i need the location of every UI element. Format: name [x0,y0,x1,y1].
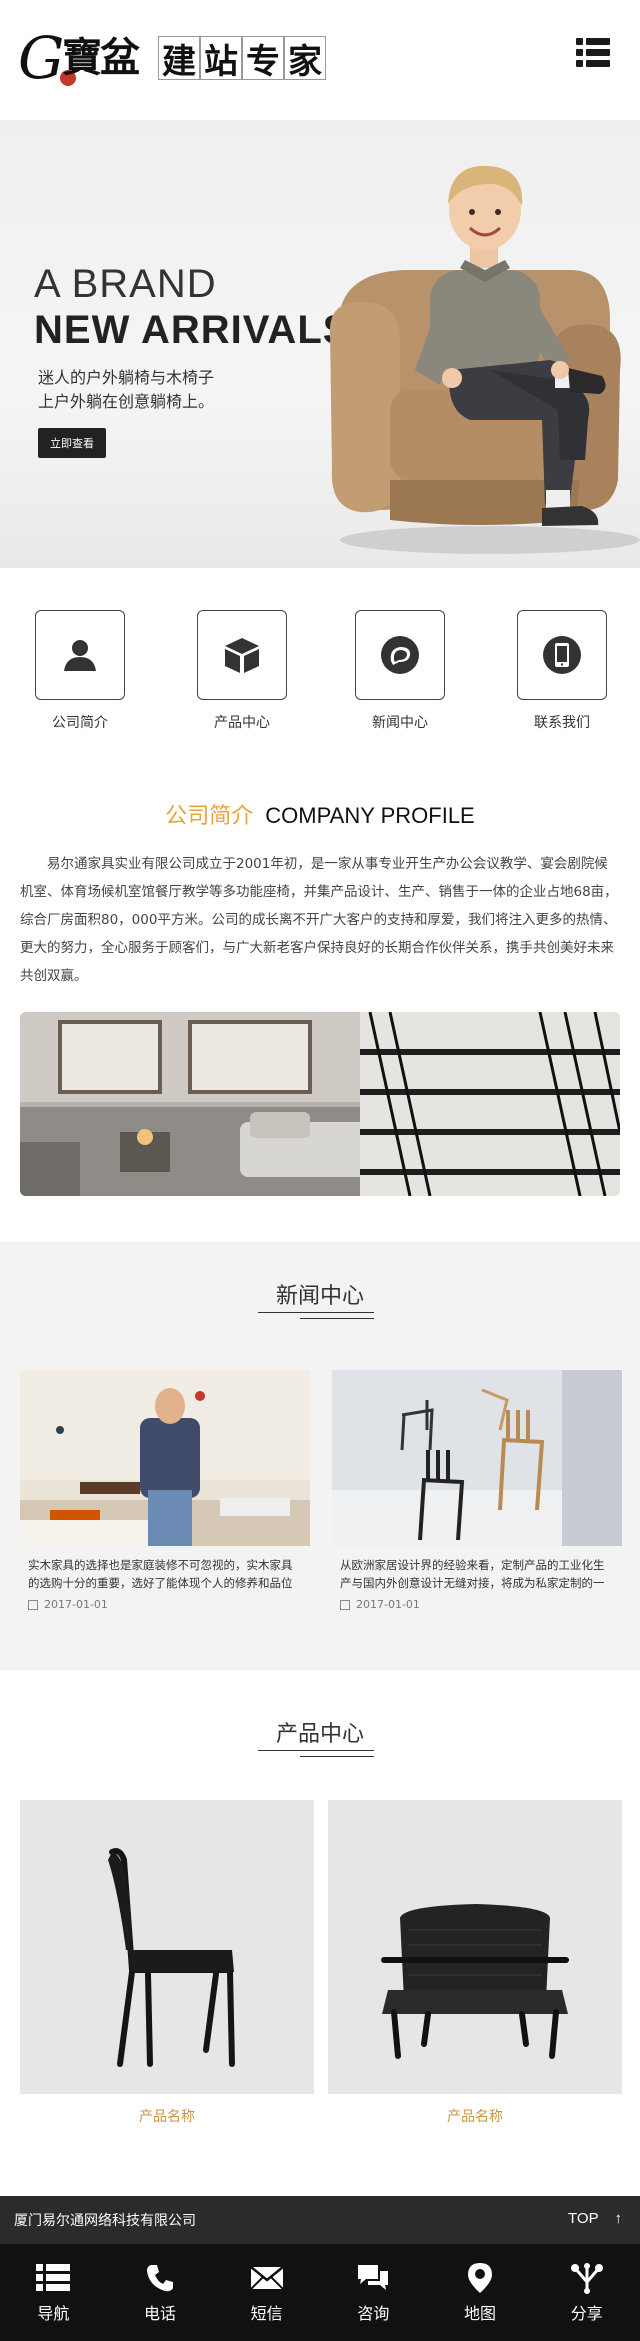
products-title: 产品中心 [275,1722,364,1747]
calendar-icon [28,1599,38,1610]
phone-icon [543,636,581,674]
arrow-up-icon: ↑ [614,2210,623,2227]
products-title-underline [258,1750,374,1751]
logo-text: 建 站 专 家 [158,36,326,82]
mail-icon [249,2266,284,2290]
product-card[interactable]: 产品名称 [20,1800,314,2126]
bottom-nav-label: 导航 [37,2304,70,2323]
logo-char: 专 [242,36,284,82]
nav-contact[interactable]: 联系我们 [516,610,608,732]
map-pin-icon [468,2263,493,2293]
company-name: 厦门易尔通网络科技有限公司 [14,2213,196,2229]
news-text: 实木家具的选择也是家庭装修不可忽视的，实木家具的选购十分的重要，选好了能体现个人… [28,1558,293,1590]
news-card[interactable]: 从欧洲家居设计界的经验来看，定制产品的工业化生产与国内外创意设计无缝对接，将成为… [332,1370,622,1611]
banner-subtitle-1: 迷人的户外躺椅与木椅子 [38,368,215,387]
news-card[interactable]: 实木家具的选择也是家庭装修不可忽视的，实木家具的选购十分的重要，选好了能体现个人… [20,1370,310,1611]
profile-title-cn: 公司简介 [165,804,254,829]
logo-char: 家 [284,36,326,82]
phone-icon [147,2265,173,2292]
back-to-top-button[interactable]: TOP ↑ [568,2210,622,2227]
banner-image [330,165,640,554]
news-text: 从欧洲家居设计界的经验来看，定制产品的工业化生产与国内外创意设计无缝对接，将成为… [340,1558,605,1590]
menu-list-icon[interactable] [576,38,610,68]
box-icon [225,638,259,673]
nav-label: 产品中心 [214,715,270,731]
footer-bar: 厦门易尔通网络科技有限公司 TOP ↑ [0,2196,640,2244]
nav-label: 联系我们 [534,715,590,731]
banner-headline-1: A BRAND [34,262,217,306]
bottom-nav-label: 电话 [144,2304,177,2323]
bottom-nav-guide[interactable]: 导航 [0,2244,107,2341]
logo-char: 建 [158,36,200,82]
nav-label: 新闻中心 [372,715,428,731]
header: G 寶盆 建 站 专 家 [0,0,640,120]
news-image [332,1370,622,1546]
news-date: 2017-01-01 [332,1598,622,1611]
nav-news[interactable]: 新闻中心 [354,610,446,732]
share-icon [570,2263,603,2294]
product-name: 产品名称 [139,2109,195,2125]
news-title-underline [258,1312,374,1313]
products-section: 产品中心 产品名称 产品名称 [0,1670,640,2194]
news-date: 2017-01-01 [20,1598,310,1611]
hero-banner: A BRAND NEW ARRIVALS 迷人的户外躺椅与木椅子 上户外躺在创意… [0,120,640,568]
profile-title: 公司简介 COMPANY PROFILE [0,798,640,830]
banner-headline-2: NEW ARRIVALS [34,308,351,352]
view-now-button[interactable]: 立即查看 [38,428,106,458]
logo-g: G [18,24,65,92]
bottom-nav-share[interactable]: 分享 [533,2244,640,2341]
bottom-nav-label: 地图 [464,2304,497,2323]
news-title-underline-2 [300,1318,374,1319]
menu-icon [36,2264,71,2291]
news-title: 新闻中心 [275,1284,364,1309]
product-name: 产品名称 [447,2109,503,2125]
calendar-icon [340,1599,350,1610]
bottom-nav-label: 咨询 [357,2304,390,2323]
news-date-text: 2017-01-01 [44,1598,108,1611]
profile-text: 易尔通家具实业有限公司成立于2001年初，是一家从事专业开生产办公会议教学、宴会… [20,856,618,984]
logo-char: 站 [200,36,242,82]
product-card[interactable]: 产品名称 [328,1800,622,2126]
bottom-nav: 导航 电话 短信 咨询 地图 分享 [0,2244,640,2341]
user-icon [64,640,96,671]
chat-icon [358,2265,389,2290]
icon-nav: 公司简介 产品中心 新闻中心 联系我们 [0,610,640,750]
nav-company-profile[interactable]: 公司简介 [34,610,126,732]
chat-icon [381,636,419,674]
news-image [20,1370,310,1546]
profile-image [20,1012,620,1196]
top-label: TOP [568,2210,599,2227]
bottom-nav-phone[interactable]: 电话 [107,2244,214,2341]
product-image [328,1800,622,2094]
profile-title-en: COMPANY PROFILE [265,803,475,828]
nav-label: 公司简介 [52,715,108,731]
bottom-nav-label: 短信 [250,2304,283,2323]
bottom-nav-map[interactable]: 地图 [427,2244,534,2341]
bottom-nav-label: 分享 [570,2304,603,2323]
logo-brand: 寶盆 [62,34,140,81]
nav-products[interactable]: 产品中心 [196,610,288,732]
bottom-nav-consult[interactable]: 咨询 [320,2244,427,2341]
news-date-text: 2017-01-01 [356,1598,420,1611]
news-section: 新闻中心 实木家具的选择也是家庭装修不可忽视的，实木家具的选购十分的重要，选好了… [0,1242,640,1670]
bottom-nav-sms[interactable]: 短信 [213,2244,320,2341]
products-title-underline-2 [300,1756,374,1757]
logo[interactable]: G 寶盆 建 站 专 家 [18,28,348,88]
banner-subtitle-2: 上户外躺在创意躺椅上。 [38,392,215,411]
product-image [20,1800,314,2094]
